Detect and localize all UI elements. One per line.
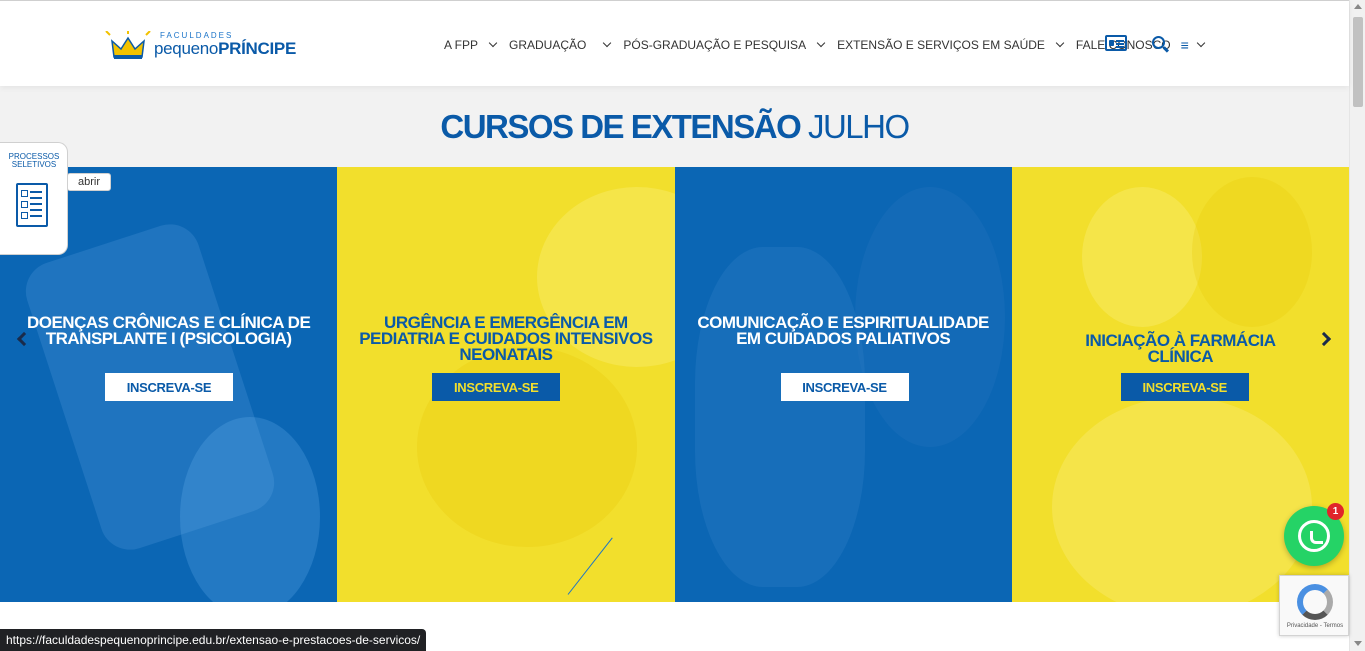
course-title: DOENÇAS CRÔNICAS E CLÍNICA DE TRANSPLANT… <box>26 313 311 348</box>
page: FACULDADES pequenoPRÍNCIPE A FPP GRADUAÇ… <box>0 0 1365 651</box>
logo-main-text: pequenoPRÍNCIPE <box>154 39 296 59</box>
slide-background-image <box>1081 187 1202 327</box>
menu-icon: ≡ <box>1180 37 1189 53</box>
nav-item-label: GRADUAÇÃO <box>509 38 587 52</box>
enroll-button[interactable]: INSCREVA-SE <box>432 373 561 401</box>
slide-background-image <box>694 247 865 587</box>
whatsapp-icon <box>1298 520 1330 552</box>
chevron-down-icon <box>1196 38 1206 48</box>
enroll-button[interactable]: INSCREVA-SE <box>105 373 233 401</box>
chevron-down-icon <box>1055 38 1065 48</box>
crown-icon <box>105 31 151 59</box>
selective-processes-label: PROCESSOS SELETIVOS <box>8 152 60 169</box>
course-slide[interactable]: COMUNICAÇÃO E ESPIRITUALIDADE EM CUIDADO… <box>674 167 1012 602</box>
chevron-down-icon <box>816 38 826 48</box>
scroll-down-icon[interactable] <box>1354 641 1362 646</box>
section-title: CURSOS DE EXTENSÃO JULHO <box>0 108 1349 146</box>
open-tab-button[interactable]: abrir <box>67 173 111 191</box>
selective-processes-tab[interactable]: PROCESSOS SELETIVOS <box>0 142 68 255</box>
id-card-icon[interactable] <box>1105 35 1127 51</box>
nav-item-extensao[interactable]: EXTENSÃO E SERVIÇOS EM SAÚDE <box>837 38 1065 52</box>
search-icon[interactable] <box>1152 36 1165 49</box>
hamburger-menu[interactable]: ≡ <box>1180 37 1206 53</box>
nav-item-a-fpp[interactable]: A FPP <box>444 38 498 52</box>
scrollbar-thumb[interactable] <box>1353 17 1363 107</box>
enroll-button[interactable]: INSCREVA-SE <box>1120 373 1249 401</box>
slide-background-image <box>1051 397 1312 602</box>
section-title-light: JULHO <box>807 108 910 145</box>
course-slide[interactable]: URGÊNCIA E EMERGÊNCIA EM PEDIATRIA E CUI… <box>337 167 675 602</box>
course-title: URGÊNCIA E EMERGÊNCIA EM PEDIATRIA E CUI… <box>359 313 653 364</box>
recaptcha-icon <box>1297 584 1333 620</box>
checklist-icon <box>16 183 48 227</box>
nav-item-pos-graduacao[interactable]: PÓS-GRADUAÇÃO E PESQUISA <box>623 38 826 52</box>
course-title: INICIAÇÃO À FARMÁCIA CLÍNICA <box>1085 331 1276 366</box>
site-header: FACULDADES pequenoPRÍNCIPE A FPP GRADUAÇ… <box>0 0 1349 86</box>
logo-main-bold: PRÍNCIPE <box>218 39 296 58</box>
section-title-bold: CURSOS DE EXTENSÃO <box>440 108 801 145</box>
enroll-button[interactable]: INSCREVA-SE <box>780 373 909 401</box>
nav-item-label: PÓS-GRADUAÇÃO E PESQUISA <box>623 38 807 52</box>
vertical-scrollbar[interactable] <box>1349 0 1365 651</box>
slide-background-image <box>180 417 320 602</box>
slide-background-image <box>1191 177 1312 327</box>
link-status-bar: https://faculdadespequenoprincipe.edu.br… <box>0 629 427 651</box>
chevron-down-icon <box>488 38 498 48</box>
logo-main-light: pequeno <box>154 39 219 58</box>
main-nav: A FPP GRADUAÇÃO PÓS-GRADUAÇÃO E PESQUISA… <box>444 37 1206 53</box>
course-title: COMUNICAÇÃO E ESPIRITUALIDADE EM CUIDADO… <box>697 313 989 348</box>
site-logo[interactable]: FACULDADES pequenoPRÍNCIPE <box>104 29 304 63</box>
recaptcha-text: Privacidade - Termos <box>1286 623 1344 629</box>
notification-badge: 1 <box>1327 503 1344 520</box>
chevron-down-icon <box>603 38 612 48</box>
recaptcha-badge[interactable]: Privacidade - Termos <box>1279 575 1349 636</box>
nav-item-label: A FPP <box>444 38 479 52</box>
nav-item-label: EXTENSÃO E SERVIÇOS EM SAÚDE <box>837 38 1045 52</box>
nav-item-graduacao[interactable]: GRADUAÇÃO <box>509 38 612 52</box>
courses-carousel: DOENÇAS CRÔNICAS E CLÍNICA DE TRANSPLANT… <box>0 167 1349 602</box>
scroll-up-icon[interactable] <box>1354 4 1362 9</box>
